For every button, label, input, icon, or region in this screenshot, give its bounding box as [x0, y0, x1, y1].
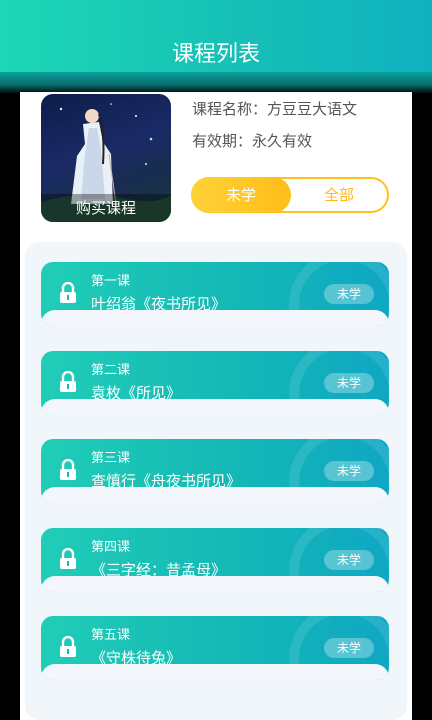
course-content[interactable]: 购买课程 课程名称：方豆豆大语文 有效期：永久有效 未学 全部 第一课 叶绍翁《…	[20, 92, 412, 720]
status-badge: 未学	[324, 373, 374, 393]
card-fade	[41, 487, 389, 503]
status-badge: 未学	[324, 550, 374, 570]
lock-icon	[60, 459, 76, 480]
lesson-number: 第五课	[91, 628, 131, 643]
course-cover[interactable]: 购买课程	[41, 94, 171, 222]
lock-icon	[60, 548, 76, 569]
card-fade	[41, 310, 389, 326]
card-fade	[41, 664, 389, 680]
status-badge: 未学	[324, 461, 374, 481]
buy-course-button[interactable]: 购买课程	[41, 194, 171, 222]
lesson-card[interactable]: 第二课 袁枚《所见》 未学	[41, 351, 389, 415]
filter-unlearned-tab[interactable]: 未学	[191, 177, 291, 213]
course-validity: 有效期：永久有效	[192, 132, 313, 150]
lesson-number: 第二课	[91, 363, 131, 378]
lesson-card[interactable]: 第五课 《守株待兔》 未学	[41, 616, 389, 680]
lesson-number: 第四课	[91, 540, 131, 555]
lock-icon	[60, 282, 76, 303]
lesson-number: 第三课	[91, 451, 131, 466]
filter-all-tab[interactable]: 全部	[291, 179, 387, 211]
lock-icon	[60, 636, 76, 657]
lesson-number: 第一课	[91, 274, 131, 289]
status-badge: 未学	[324, 284, 374, 304]
card-fade	[41, 576, 389, 592]
status-badge: 未学	[324, 638, 374, 658]
lesson-card[interactable]: 第一课 叶绍翁《夜书所见》 未学	[41, 262, 389, 326]
header-shadow	[0, 72, 432, 94]
page-title: 课程列表	[171, 42, 260, 67]
lesson-card[interactable]: 第三课 查慎行《舟夜书所见》 未学	[41, 439, 389, 503]
course-name: 课程名称：方豆豆大语文	[192, 100, 358, 118]
lesson-card[interactable]: 第四课 《三字经：昔孟母》 未学	[41, 528, 389, 592]
filter-toggle: 未学 全部	[191, 177, 389, 213]
lock-icon	[60, 371, 76, 392]
card-fade	[41, 399, 389, 415]
